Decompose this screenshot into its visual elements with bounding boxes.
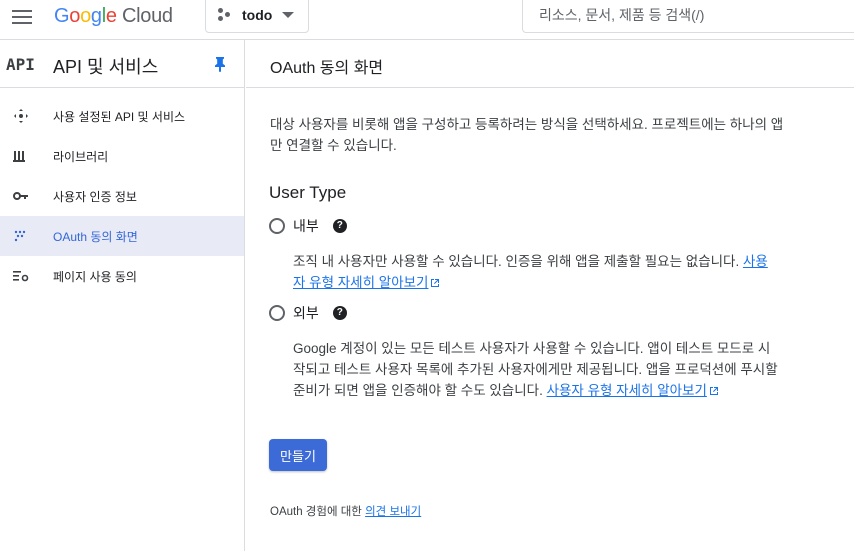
sidebar-item-library[interactable]: 라이브러리	[0, 136, 244, 176]
library-icon	[13, 151, 25, 162]
sidebar-item-label: 페이지 사용 동의	[53, 269, 137, 284]
top-bar: Google Cloud todo	[0, 0, 854, 40]
sidebar-item-label: OAuth 동의 화면	[53, 229, 138, 244]
external-link-icon	[431, 279, 440, 287]
sidebar: API API 및 서비스 사용 설정된 API 및 서비스 라이브러리 사용자…	[0, 40, 245, 551]
project-picker[interactable]: todo	[205, 0, 309, 33]
sidebar-item-label: 사용 설정된 API 및 서비스	[53, 109, 186, 124]
external-label: 외부	[293, 305, 319, 321]
google-cloud-logo[interactable]: Google Cloud	[54, 5, 173, 28]
external-link-icon	[709, 387, 718, 395]
sidebar-item-enabled-apis[interactable]: 사용 설정된 API 및 서비스	[0, 96, 244, 136]
oauth-consent-icon	[14, 230, 26, 242]
page-title: OAuth 동의 화면	[270, 60, 384, 77]
sidebar-title: API 및 서비스	[53, 57, 159, 77]
internal-label: 내부	[293, 218, 319, 234]
sidebar-header: API API 및 서비스	[0, 40, 244, 88]
sidebar-item-credentials[interactable]: 사용자 인증 정보	[0, 176, 244, 216]
internal-option[interactable]: 내부 ?	[269, 216, 347, 236]
feedback-text: OAuth 경험에 대한 의견 보내기	[270, 506, 422, 518]
main-header: OAuth 동의 화면	[246, 40, 854, 88]
help-icon[interactable]: ?	[332, 219, 347, 233]
main-content: OAuth 동의 화면 대상 사용자를 비롯해 앱을 구성하고 등록하려는 방식…	[246, 40, 854, 551]
project-name: todo	[242, 6, 273, 23]
internal-radio[interactable]	[269, 218, 285, 234]
external-radio[interactable]	[269, 305, 285, 321]
send-feedback-link[interactable]: 의견 보내기	[365, 506, 421, 518]
chevron-down-icon	[282, 11, 295, 18]
intro-text: 대상 사용자를 비롯해 앱을 구성하고 등록하려는 방식을 선택하세요. 프로젝…	[270, 117, 784, 153]
api-badge: API	[6, 55, 35, 74]
user-type-heading: User Type	[269, 183, 347, 202]
help-icon[interactable]: ?	[332, 306, 347, 320]
menu-icon[interactable]	[12, 10, 32, 24]
sidebar-item-label: 라이브러리	[53, 149, 109, 164]
sidebar-nav: 사용 설정된 API 및 서비스 라이브러리 사용자 인증 정보 OAuth 동…	[0, 88, 244, 296]
project-icon	[218, 7, 232, 22]
external-learn-more-link[interactable]: 사용자 유형 자세히 알아보기	[547, 383, 707, 398]
create-button[interactable]: 만들기	[269, 439, 327, 471]
api-services-icon	[14, 109, 28, 123]
external-description: Google 계정이 있는 모든 테스트 사용자가 사용할 수 있습니다. 앱이…	[293, 341, 778, 398]
search-input[interactable]	[523, 0, 854, 32]
sidebar-item-label: 사용자 인증 정보	[53, 189, 137, 204]
page-usage-icon	[13, 271, 29, 282]
sidebar-item-oauth-consent[interactable]: OAuth 동의 화면	[0, 216, 244, 256]
internal-description: 조직 내 사용자만 사용할 수 있습니다. 인증을 위해 앱을 제출할 필요는 …	[293, 254, 768, 290]
external-option[interactable]: 외부 ?	[269, 303, 347, 323]
sidebar-item-page-usage[interactable]: 페이지 사용 동의	[0, 256, 244, 296]
pin-icon[interactable]	[213, 56, 227, 72]
key-icon	[13, 192, 28, 200]
search-box[interactable]	[522, 0, 854, 33]
